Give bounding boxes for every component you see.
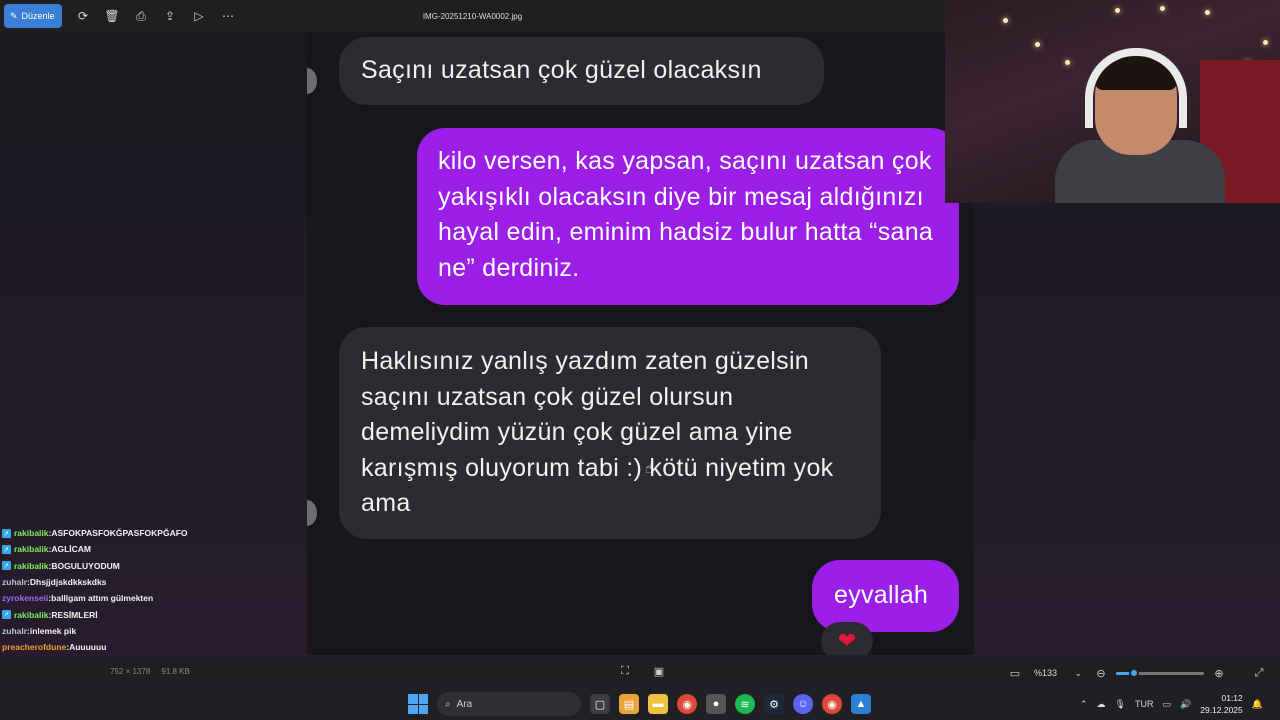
network-icon[interactable]: ▭ <box>1162 699 1171 710</box>
taskbar-search[interactable]: ⌕ Ara <box>437 692 581 716</box>
chat-text: balllgam attım gülmekten <box>51 593 154 604</box>
task-view-icon[interactable]: ▢ <box>590 694 610 714</box>
chat-text: inlemek pik <box>29 625 77 636</box>
chat-username[interactable]: rakibalik <box>14 610 49 620</box>
zoom-dropdown[interactable]: %133 ⌄ <box>1030 664 1086 682</box>
chat-message: ➚ rakibalik : BOGULUYODUM <box>2 558 307 574</box>
photos-app-icon[interactable]: ▲ <box>851 694 871 714</box>
received-message: Saçını uzatsan çok güzel olacaksın <box>339 37 824 105</box>
chat-text: ASFOKPASFOKĞPASFOKPĞAFO <box>51 528 188 539</box>
chat-message: ➚ rakibalik : RESİMLERİ <box>2 606 307 622</box>
delete-icon[interactable]: 🗑 <box>104 8 120 24</box>
image-size: 91.8 KB <box>161 667 190 676</box>
subscriber-badge-icon: ➚ <box>2 610 11 620</box>
clock[interactable]: 01:12 29.12.2025 <box>1200 692 1243 716</box>
chat-username[interactable]: rakibalik <box>14 528 49 538</box>
microphone-icon[interactable]: 🎙 <box>1115 699 1126 710</box>
received-message: Haklısınız yanlış yazdım zaten güzelsin … <box>339 327 881 539</box>
subscriber-badge-icon: ➚ <box>2 528 11 538</box>
subscriber-badge-icon: ➚ <box>2 544 11 554</box>
chat-text: Auuuuuu <box>69 642 107 653</box>
zoom-slider[interactable] <box>1116 667 1204 678</box>
search-icon: ⌕ <box>445 698 451 710</box>
viewer-toolbar: ✎ Düzenle ⟳ 🗑 ⎙ ⇪ ▷ ⋯ IMG-20251210-WA000… <box>0 0 945 32</box>
spotify-icon[interactable]: ≋ <box>735 694 755 714</box>
image-viewport[interactable]: Saçını uzatsan çok güzel olacaksın kilo … <box>307 32 974 655</box>
edit-icon: ✎ <box>10 10 18 21</box>
heart-reaction-icon: ❤ <box>821 622 873 655</box>
webcam-overlay <box>945 0 1280 203</box>
notification-icon[interactable]: 🔔 <box>1252 699 1263 710</box>
chat-text: RESİMLERİ <box>51 609 98 620</box>
chrome-profile-icon[interactable]: ◉ <box>822 694 842 714</box>
chat-message: ➚ rakibalik : ASFOKPASFOKĞPASFOKPĞAFO <box>2 525 307 541</box>
chat-username[interactable]: rakibalik <box>14 561 49 571</box>
fit-screen-icon[interactable]: ⛶ <box>618 664 632 678</box>
file-explorer-icon[interactable]: ▬ <box>648 694 668 714</box>
windows-taskbar: ⌕ Ara ▢ ▤ ▬ ◉ ● ≋ ⚙ ☺ ◉ ▲ ⌃ ☁ 🎙 TUR ▭ 🔊 … <box>0 688 1280 720</box>
headphones <box>1085 48 1187 128</box>
chat-username[interactable]: rakibalik <box>14 544 49 554</box>
zoom-in-icon[interactable]: ⊕ <box>1212 666 1226 680</box>
expand-icon[interactable]: ⤢ <box>1252 666 1266 680</box>
chat-message: preacherofdune : Auuuuuu <box>2 639 307 655</box>
subscriber-badge-icon: ➚ <box>2 561 11 571</box>
store-icon[interactable]: ▤ <box>619 694 639 714</box>
mouse-cursor-icon: ☝ <box>645 460 654 476</box>
chat-message: zyrokenseii : balllgam attım gülmekten <box>2 590 307 606</box>
print-icon[interactable]: ⎙ <box>133 8 149 24</box>
slideshow-icon[interactable]: ▷ <box>191 8 207 24</box>
chevron-up-icon[interactable]: ⌃ <box>1080 699 1088 710</box>
chat-text: Dhsjjdjskdkkskdks <box>29 577 107 588</box>
edit-button[interactable]: ✎ Düzenle <box>4 4 62 28</box>
rotate-icon[interactable]: ⟳ <box>75 8 91 24</box>
chat-text: AGLİCAM <box>51 544 92 555</box>
zoom-out-icon[interactable]: ⊖ <box>1094 666 1108 680</box>
chat-message: zuhalr : inlemek pik <box>2 623 307 639</box>
clock-time: 01:12 <box>1221 693 1243 703</box>
zoom-slider-handle[interactable] <box>1128 667 1139 678</box>
share-icon[interactable]: ⇪ <box>162 8 178 24</box>
crop-icon[interactable]: ▣ <box>652 664 666 678</box>
chevron-down-icon: ⌄ <box>1074 667 1082 678</box>
language-indicator[interactable]: TUR <box>1135 699 1154 709</box>
chat-text: BOGULUYODUM <box>51 560 120 571</box>
contact-avatar <box>307 68 317 94</box>
onedrive-icon[interactable]: ☁ <box>1097 699 1106 710</box>
image-dimensions: 752 × 1378 <box>110 667 151 676</box>
volume-icon[interactable]: 🔊 <box>1180 699 1191 710</box>
chat-message: ➚ rakibalik : AGLİCAM <box>2 541 307 557</box>
steam-icon[interactable]: ⚙ <box>764 694 784 714</box>
image-info: 752 × 1378 91.8 KB <box>110 667 190 676</box>
fullscreen-fit-icon[interactable]: ▭ <box>1008 666 1022 680</box>
clock-date: 29.12.2025 <box>1200 705 1243 715</box>
contact-avatar <box>307 500 317 526</box>
chat-message: zuhalr : Dhsjjdjskdkkskdks <box>2 574 307 590</box>
chat-username[interactable]: preacherofdune <box>2 642 66 652</box>
chat-username[interactable]: zuhalr <box>2 626 27 636</box>
chat-username[interactable]: zyrokenseii <box>2 593 48 603</box>
chrome-icon[interactable]: ◉ <box>677 694 697 714</box>
start-button[interactable] <box>408 694 428 714</box>
more-icon[interactable]: ⋯ <box>220 8 236 24</box>
zoom-value: %133 <box>1034 668 1058 678</box>
sent-message: kilo versen, kas yapsan, saçını uzatsan … <box>417 128 959 305</box>
search-placeholder: Ara <box>456 698 473 710</box>
viewer-statusbar: 752 × 1378 91.8 KB ⛶ ▣ ▭ %133 ⌄ ⊖ ⊕ ⤢ <box>0 657 1280 687</box>
sent-message: eyvallah <box>812 560 959 632</box>
chat-username[interactable]: zuhalr <box>2 577 27 587</box>
discord-icon[interactable]: ☺ <box>793 694 813 714</box>
edit-button-label: Düzenle <box>21 11 55 21</box>
obs-icon[interactable]: ● <box>706 694 726 714</box>
